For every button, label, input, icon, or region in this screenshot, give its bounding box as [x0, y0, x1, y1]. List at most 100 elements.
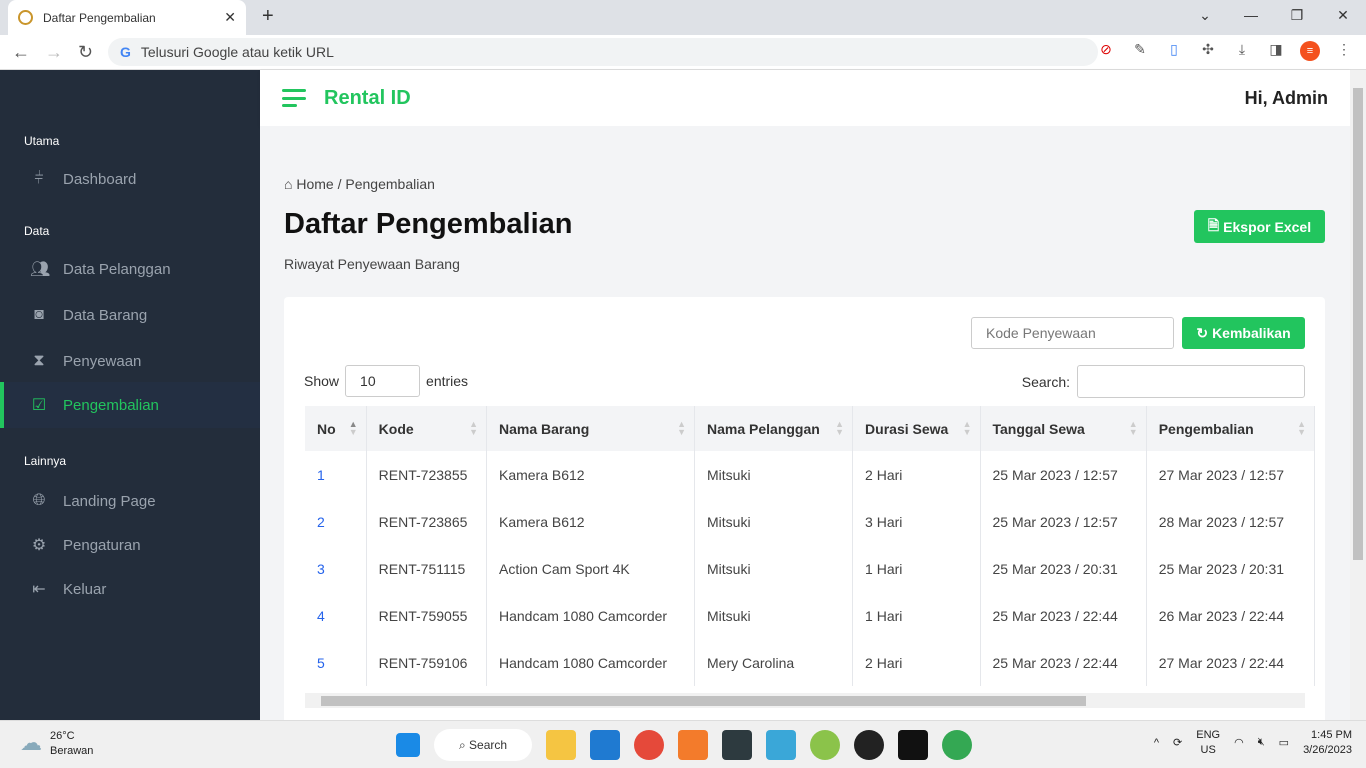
- omnibox[interactable]: G Telusuri Google atau ketik URL: [108, 38, 1098, 66]
- cell-tanggal-sewa: 25 Mar 2023 / 12:57: [980, 451, 1147, 498]
- sidebar-item-keluar[interactable]: ⇤ Keluar: [0, 566, 260, 612]
- sync-icon[interactable]: ⟳: [1173, 736, 1182, 749]
- xampp-icon[interactable]: [678, 730, 708, 760]
- sidebar-item-data-barang[interactable]: ◙ Data Barang: [0, 292, 260, 338]
- breadcrumb-home[interactable]: Home: [296, 176, 333, 192]
- horizontal-scrollbar[interactable]: [305, 693, 1305, 708]
- browser-tab[interactable]: Daftar Pengembalian ✕: [8, 0, 246, 35]
- forward-icon[interactable]: →: [45, 42, 63, 63]
- sidebar-item-dashboard[interactable]: ⫩ Dashboard: [0, 156, 260, 202]
- sidebar-item-data-pelanggan[interactable]: 👥︎ Data Pelanggan: [0, 246, 260, 292]
- page-subtitle: Riwayat Penyewaan Barang: [284, 256, 460, 272]
- scrollbar-thumb[interactable]: [321, 696, 1086, 706]
- sidebar-item-pengaturan[interactable]: ⚙ Pengaturan: [0, 522, 260, 568]
- table-row: 3 RENT-751115 Action Cam Sport 4K Mitsuki 1 …: [305, 545, 1316, 592]
- vscode-icon[interactable]: [590, 730, 620, 760]
- home-icon: ⌂: [284, 176, 293, 192]
- more-menu-icon[interactable]: ⋮: [1334, 41, 1354, 61]
- export-excel-button[interactable]: 🗎︎ Ekspor Excel: [1194, 210, 1325, 243]
- page-scrollbar[interactable]: [1350, 70, 1366, 720]
- side-panel-icon[interactable]: ◨: [1266, 41, 1286, 61]
- edit-extension-icon[interactable]: ✎: [1130, 41, 1150, 61]
- kembalikan-button[interactable]: ↻ Kembalikan: [1182, 317, 1305, 349]
- cell-no: 1: [305, 451, 367, 498]
- download-icon[interactable]: ⤓: [1232, 41, 1252, 61]
- battery-icon[interactable]: ▭: [1279, 736, 1289, 749]
- entries-label: entries: [426, 373, 469, 389]
- hamburger-menu-icon[interactable]: [282, 89, 306, 107]
- cell-pengembalian: 25 Mar 2023 / 20:31: [1146, 545, 1316, 592]
- cell-durasi-sewa: 2 Hari: [852, 451, 981, 498]
- table-row: 4 RENT-759055 Handcam 1080 Camcorder Mitsuk…: [305, 592, 1316, 639]
- notepad-icon[interactable]: [766, 730, 796, 760]
- back-icon[interactable]: ←: [12, 42, 30, 63]
- cell-no: 3: [305, 545, 367, 592]
- sidebar-item-label: Pengaturan: [63, 536, 141, 554]
- weather-widget[interactable]: ☁ 26°C Berawan: [20, 730, 93, 757]
- adblock-extension-icon[interactable]: ⊘: [1096, 41, 1116, 61]
- close-tab-icon[interactable]: ✕: [224, 9, 236, 26]
- obs-icon[interactable]: [854, 730, 884, 760]
- column-header-tanggal-sewa[interactable]: Tanggal Sewa ▲ ▼: [980, 406, 1147, 451]
- color-app-icon[interactable]: [810, 730, 840, 760]
- entries-select[interactable]: 10: [345, 365, 421, 397]
- kode-penyewaan-input[interactable]: Kode Penyewaan: [971, 317, 1174, 349]
- clock-date[interactable]: 3/26/2023: [1303, 744, 1352, 756]
- cell-pengembalian: 28 Mar 2023 / 12:57: [1146, 498, 1316, 545]
- wifi-icon[interactable]: ◠: [1234, 736, 1244, 749]
- scrollbar-thumb[interactable]: [1353, 88, 1363, 560]
- search-input[interactable]: [1077, 365, 1305, 398]
- column-header-durasi-sewa[interactable]: Durasi Sewa ▲ ▼: [852, 406, 981, 451]
- chrome-icon[interactable]: [942, 730, 972, 760]
- close-window-icon[interactable]: ✕: [1320, 0, 1366, 30]
- check-square-icon: ☑: [31, 397, 47, 414]
- column-header-nama-pelanggan[interactable]: Nama Pelanggan ▲ ▼: [694, 406, 854, 451]
- file-explorer-icon[interactable]: [546, 730, 576, 760]
- table-row: 2 RENT-723865 Kamera B612 Mitsuki 3 Hari 25 M…: [305, 498, 1316, 545]
- globe-icon: 🌐︎: [32, 492, 46, 509]
- cell-no: 2: [305, 498, 367, 545]
- sidebar-item-pengembalian[interactable]: ☑ Pengembalian: [0, 382, 260, 428]
- column-header-label: No: [317, 420, 336, 437]
- table-row: 1 RENT-723855 Kamera B612 Mitsuki 2 Hari 25 M…: [305, 451, 1316, 498]
- hourglass-icon: ⧗: [33, 352, 45, 369]
- chevron-up-icon[interactable]: ^: [1154, 737, 1159, 749]
- column-header-no[interactable]: No ▲ ▼: [305, 406, 367, 451]
- new-tab-icon[interactable]: +: [262, 5, 274, 28]
- taskbar-search[interactable]: ⌕ Search: [434, 729, 532, 761]
- restore-icon[interactable]: ❐: [1274, 0, 1320, 30]
- column-header-nama-barang[interactable]: Nama Barang ▲ ▼: [486, 406, 696, 451]
- mute-icon[interactable]: 🔇︎: [1258, 736, 1265, 749]
- profile-avatar[interactable]: ≡: [1300, 41, 1320, 61]
- reload-icon[interactable]: ↻: [78, 42, 93, 63]
- cell-tanggal-sewa: 25 Mar 2023 / 12:57: [980, 498, 1147, 545]
- clock-time[interactable]: 1:45 PM: [1303, 729, 1352, 741]
- omnibox-placeholder: Telusuri Google atau ketik URL: [140, 44, 334, 60]
- breadcrumb-separator: /: [337, 176, 342, 192]
- sidebar-item-penyewaan[interactable]: ⧗ Penyewaan: [0, 338, 260, 384]
- sort-icon: ▲ ▼: [835, 419, 845, 437]
- weather-text: Berawan: [50, 745, 94, 757]
- users-icon: 👥︎: [30, 261, 51, 278]
- sidebar-item-landing-page[interactable]: 🌐︎ Landing Page: [0, 478, 260, 524]
- chevron-down-icon[interactable]: ⌄: [1182, 0, 1228, 30]
- puzzle-extensions-icon[interactable]: ✣: [1198, 41, 1218, 61]
- phone-extension-icon[interactable]: ▯: [1164, 41, 1184, 61]
- column-header-pengembalian[interactable]: Pengembalian ▲ ▼: [1146, 406, 1316, 451]
- windows-start-icon[interactable]: [396, 733, 420, 757]
- user-greeting[interactable]: Hi, Admin: [1245, 88, 1328, 109]
- table-row: 5 RENT-759106 Handcam 1080 Camcorder Mery C…: [305, 639, 1316, 686]
- refresh-icon: ↻: [1196, 324, 1209, 341]
- cmd-icon[interactable]: [898, 730, 928, 760]
- chrome-icon[interactable]: [634, 730, 664, 760]
- column-header-kode[interactable]: Kode ▲ ▼: [366, 406, 487, 451]
- brand-logo[interactable]: Rental ID: [324, 87, 411, 110]
- keyboard-layout[interactable]: US: [1196, 744, 1220, 756]
- minimize-icon[interactable]: —: [1228, 0, 1274, 30]
- terminal-app-icon[interactable]: [722, 730, 752, 760]
- language[interactable]: ENG: [1196, 729, 1220, 741]
- cell-tanggal-sewa: 25 Mar 2023 / 20:31: [980, 545, 1147, 592]
- sort-icon: ▲ ▼: [1297, 419, 1306, 437]
- cell-nama-barang: Handcam 1080 Camcorder: [486, 639, 696, 686]
- sort-icon: ▲ ▼: [469, 419, 478, 437]
